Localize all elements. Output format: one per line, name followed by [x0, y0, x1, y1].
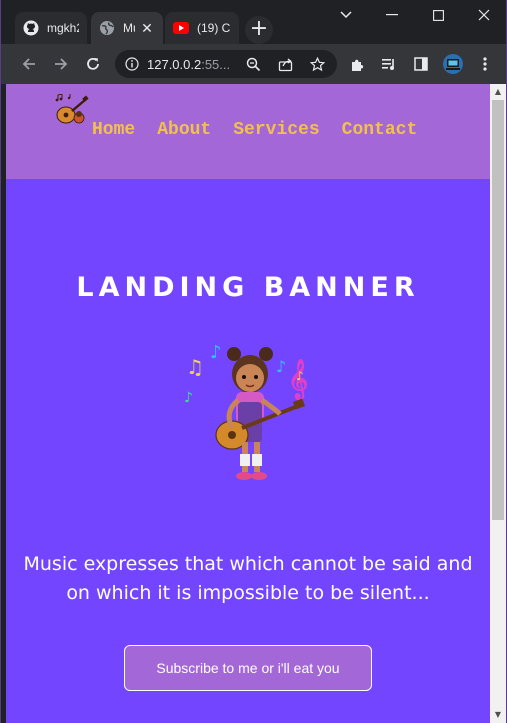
- url-rest: :55...: [201, 56, 231, 72]
- svg-text:♪: ♪: [296, 369, 304, 383]
- scrollbar-thumb[interactable]: [492, 100, 504, 520]
- nav-link-home[interactable]: Home: [92, 120, 135, 140]
- subscribe-button[interactable]: Subscribe to me or i'll eat you: [124, 645, 372, 691]
- side-panel-icon[interactable]: [407, 50, 435, 78]
- github-icon: [23, 20, 39, 36]
- hero-quote: Music expresses that which cannot be sai…: [23, 553, 473, 604]
- media-controls-icon[interactable]: [375, 50, 403, 78]
- svg-text:♪: ♪: [276, 357, 286, 376]
- globe-icon: [99, 20, 115, 36]
- guitar-logo-icon[interactable]: [52, 94, 92, 126]
- share-icon[interactable]: [271, 50, 299, 78]
- close-tab-icon[interactable]: ✕: [139, 20, 155, 36]
- site-nav-links: Home About Services Contact: [92, 120, 417, 140]
- zoom-icon[interactable]: [239, 50, 267, 78]
- scroll-up-arrow-icon[interactable]: ▲: [490, 84, 506, 100]
- reload-icon[interactable]: [79, 50, 107, 78]
- extensions-icon[interactable]: [343, 50, 371, 78]
- nav-link-contact[interactable]: Contact: [342, 120, 418, 140]
- site-navbar: Home About Services Contact: [6, 84, 490, 179]
- new-tab-button[interactable]: +: [245, 16, 273, 44]
- tab-title: Mu: [123, 21, 135, 35]
- bookmark-star-icon[interactable]: [303, 50, 331, 78]
- scroll-down-arrow-icon[interactable]: ▼: [490, 707, 506, 723]
- youtube-icon: [173, 20, 189, 36]
- site-info-icon[interactable]: [125, 57, 139, 71]
- back-arrow-icon[interactable]: [15, 50, 43, 78]
- forward-arrow-icon[interactable]: [47, 50, 75, 78]
- maximize-icon[interactable]: [415, 0, 461, 30]
- close-window-icon[interactable]: [461, 0, 506, 30]
- tab-github[interactable]: mgkh2: [15, 12, 87, 44]
- tab-title: mgkh2: [47, 21, 79, 35]
- tab-current[interactable]: Mu ✕: [91, 12, 163, 44]
- tab-youtube[interactable]: (19) Cr: [165, 12, 239, 44]
- tab-strip: mgkh2 Mu ✕ (19) Cr +: [1, 0, 506, 44]
- nav-link-services[interactable]: Services: [233, 120, 319, 140]
- profile-avatar[interactable]: [439, 50, 467, 78]
- svg-text:♪: ♪: [210, 342, 222, 363]
- girl-with-guitar-illustration: ♫ ♪ ♪ ♪ 𝄞 ♪: [184, 342, 308, 480]
- browser-toolbar: 127.0.0.2:55...: [1, 44, 506, 84]
- tab-search-icon[interactable]: [323, 0, 369, 30]
- banner-title: LANDING BANNER: [76, 272, 420, 303]
- browser-menu-icon[interactable]: [471, 50, 499, 78]
- page-viewport: Home About Services Contact LANDING BANN…: [6, 84, 490, 723]
- svg-text:♪: ♪: [184, 390, 193, 406]
- svg-text:♫: ♫: [186, 355, 204, 379]
- url-host: 127.0.0.2: [147, 56, 202, 72]
- tab-title: (19) Cr: [197, 21, 231, 35]
- page-scrollbar[interactable]: ▲ ▼: [490, 84, 506, 723]
- browser-window: mgkh2 Mu ✕ (19) Cr +: [0, 0, 507, 723]
- nav-link-about[interactable]: About: [157, 120, 211, 140]
- minimize-icon[interactable]: [369, 0, 415, 30]
